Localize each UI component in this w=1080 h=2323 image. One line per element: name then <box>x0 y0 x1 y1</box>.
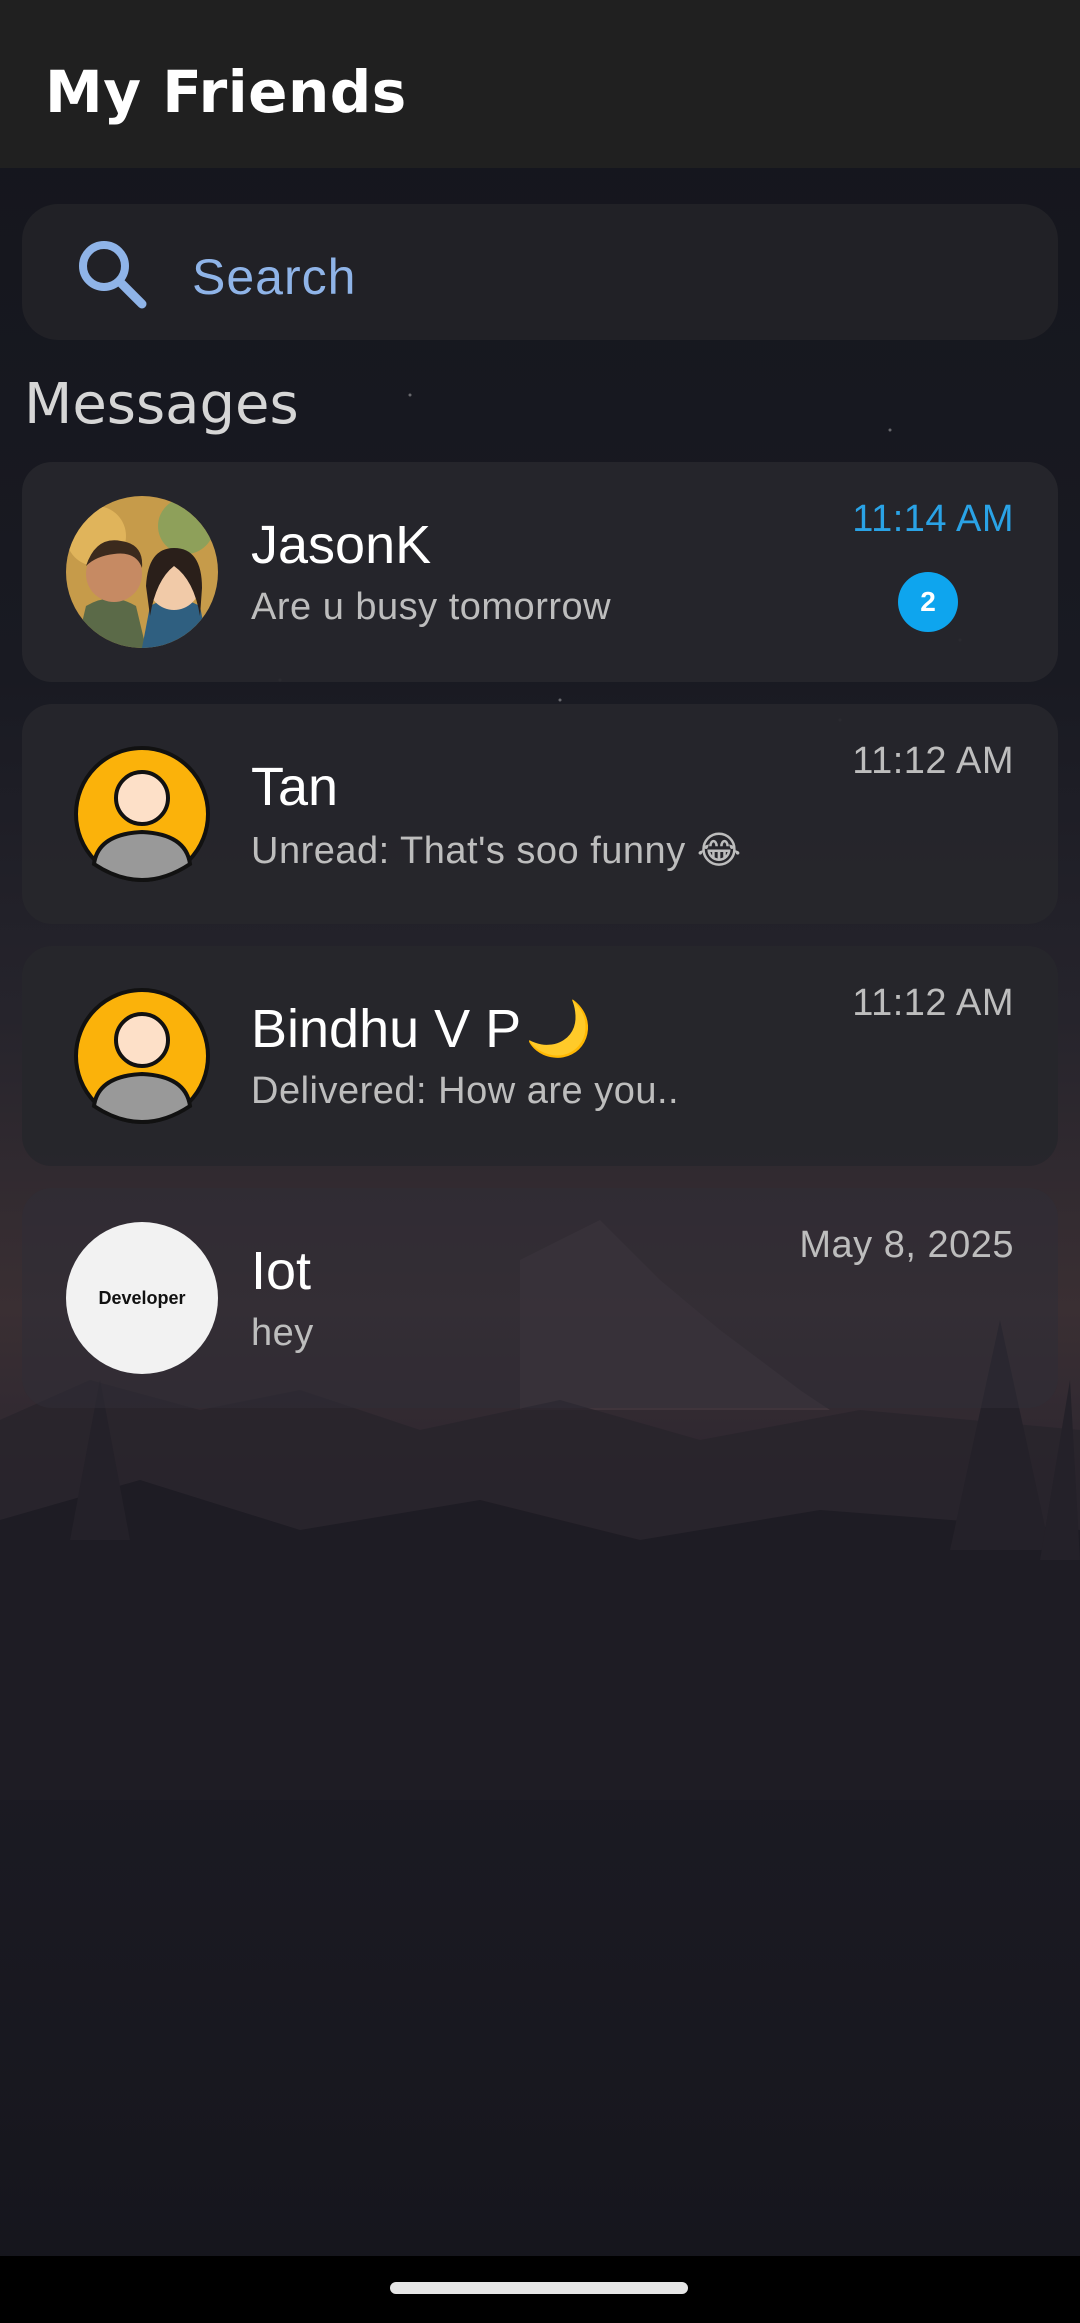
message-preview: Delivered: How are you.. <box>251 1070 680 1112</box>
avatar: Developer <box>66 1222 218 1374</box>
search-input[interactable]: Search <box>192 248 356 306</box>
app-bar: My Friends <box>0 0 1080 168</box>
developer-logo: Developer <box>66 1222 218 1374</box>
contact-name: Iot <box>251 1241 312 1301</box>
default-person-icon <box>74 746 210 883</box>
conversation-item-iot[interactable]: Developer Iot hey May 8, 2025 <box>22 1188 1058 1408</box>
conversation-item-jasonk[interactable]: JasonK Are u busy tomorrow 11:14 AM 2 <box>22 462 1058 682</box>
search-icon <box>79 241 147 309</box>
contact-name: JasonK <box>251 515 432 575</box>
message-time: 11:14 AM <box>852 498 1014 540</box>
message-time: 11:12 AM <box>852 740 1014 782</box>
conversation-item-bindhu[interactable]: Bindhu V P🌙 Delivered: How are you.. 11:… <box>22 946 1058 1166</box>
conversation-item-tan[interactable]: Tan Unread: That's soo funny 😂 11:12 AM <box>22 704 1058 924</box>
page-title: My Friends <box>45 58 407 126</box>
unread-count-badge: 2 <box>898 572 958 632</box>
section-title-messages: Messages <box>24 372 299 437</box>
message-preview: hey <box>251 1312 314 1354</box>
message-time: 11:12 AM <box>852 982 1014 1024</box>
avatar <box>66 738 218 890</box>
message-preview: Are u busy tomorrow <box>251 586 612 628</box>
message-time: May 8, 2025 <box>799 1224 1014 1266</box>
avatar <box>66 496 218 648</box>
avatar <box>66 980 218 1132</box>
moon-icon: 🌙 <box>525 999 593 1059</box>
search-bar[interactable]: Search <box>22 204 1058 340</box>
contact-name: Tan <box>251 757 339 817</box>
contact-name: Bindhu V P🌙 <box>251 999 593 1059</box>
message-preview: Unread: That's soo funny 😂 <box>251 830 742 872</box>
default-person-icon <box>74 988 210 1125</box>
system-navigation-bar <box>0 2256 1080 2323</box>
home-gesture-handle[interactable] <box>390 2282 688 2294</box>
